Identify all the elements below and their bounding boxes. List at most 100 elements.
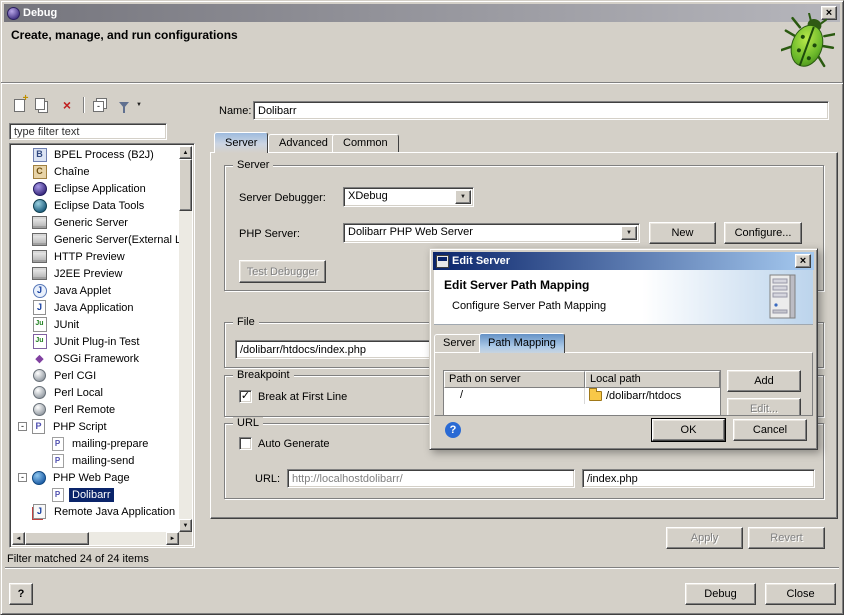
tree-item-perl-remote[interactable]: Perl Remote — [12, 401, 179, 418]
test-debugger-button[interactable]: Test Debugger — [239, 260, 326, 283]
local-path-text: /dolibarr/htdocs — [606, 389, 681, 404]
auto-generate-checkbox[interactable] — [239, 437, 252, 450]
tree-item-generic-server-external-la[interactable]: Generic Server(External La — [12, 231, 179, 248]
url-path-input[interactable] — [582, 469, 815, 488]
expander-icon[interactable]: - — [18, 473, 27, 482]
tree-item-remote-java-application[interactable]: Remote Java Application — [12, 503, 179, 520]
server-debugger-select[interactable]: XDebug ▼ — [343, 187, 474, 207]
tree-item-label: Java Applet — [51, 284, 114, 298]
filter-icon[interactable] — [114, 95, 134, 115]
tree-item-php-script[interactable]: - PHP Script — [12, 418, 179, 435]
footer-separator — [5, 567, 839, 569]
debug-button[interactable]: Debug — [685, 583, 756, 605]
toolbar-menu-chevron-icon[interactable]: ▼ — [136, 102, 142, 108]
new-configuration-icon[interactable] — [9, 95, 29, 115]
window-titlebar[interactable]: Debug × — [4, 4, 840, 22]
perl-icon — [32, 402, 47, 417]
tree-vertical-scrollbar[interactable]: ▲ ▼ — [179, 146, 192, 532]
php-web-icon — [31, 470, 46, 485]
tree-item-perl-local[interactable]: Perl Local — [12, 384, 179, 401]
tree-item-dolibarr[interactable]: Dolibarr — [12, 486, 179, 503]
collapse-all-icon[interactable]: - — [90, 95, 110, 115]
help-button[interactable]: ? — [9, 583, 33, 605]
tree-item-junit[interactable]: JUnit — [12, 316, 179, 333]
dialog-tab-path-mapping[interactable]: Path Mapping — [479, 333, 565, 353]
tree-list: BPEL Process (B2J)ChaîneEclipse Applicat… — [12, 146, 179, 532]
php-server-select[interactable]: Dolibarr PHP Web Server ▼ — [343, 223, 640, 243]
close-button[interactable]: Close — [765, 583, 836, 605]
tree-item-junit-plug-in-test[interactable]: JUnit Plug-in Test — [12, 333, 179, 350]
configure-server-button[interactable]: Configure... — [724, 222, 802, 244]
tree-item-php-web-page[interactable]: - PHP Web Page — [12, 469, 179, 486]
dialog-tab-server[interactable]: Server — [434, 334, 484, 352]
url-base-input[interactable] — [287, 469, 575, 488]
header-separator — [1, 82, 843, 84]
dialog-help-icon[interactable]: ? — [445, 422, 461, 438]
tree-item-label: Dolibarr — [69, 488, 114, 502]
new-server-button[interactable]: New — [649, 222, 716, 244]
tree-item-j2ee-preview[interactable]: J2EE Preview — [12, 265, 179, 282]
tree-item-eclipse-application[interactable]: Eclipse Application — [12, 180, 179, 197]
expander-icon[interactable]: - — [18, 422, 27, 431]
scroll-left-icon[interactable]: ◄ — [12, 532, 25, 545]
server-icon — [32, 249, 47, 264]
add-mapping-button[interactable]: Add — [727, 370, 801, 392]
chevron-down-icon[interactable]: ▼ — [455, 190, 471, 204]
tab-server[interactable]: Server — [214, 132, 268, 153]
server-group-title: Server — [233, 159, 273, 171]
scroll-right-icon[interactable]: ► — [166, 532, 179, 545]
tree-item-http-preview[interactable]: HTTP Preview — [12, 248, 179, 265]
tree-item-bpel-process-b2j[interactable]: BPEL Process (B2J) — [12, 146, 179, 163]
dialog-close-icon[interactable]: × — [795, 254, 811, 268]
eclipse-app-icon — [7, 7, 20, 20]
break-first-line-checkbox[interactable]: ✓ — [239, 390, 252, 403]
apply-button[interactable]: Apply — [666, 527, 743, 549]
tree-item-eclipse-data-tools[interactable]: Eclipse Data Tools — [12, 197, 179, 214]
toolbar-separator — [83, 97, 84, 113]
table-row[interactable]: / /dolibarr/htdocs — [444, 388, 720, 404]
php-script-icon — [31, 419, 46, 434]
chevron-down-icon[interactable]: ▼ — [621, 226, 637, 240]
server-path-cell: / — [444, 388, 585, 404]
local-path-cell: /dolibarr/htdocs — [585, 388, 720, 404]
column-header-path-on-server[interactable]: Path on server — [444, 371, 585, 388]
scroll-up-icon[interactable]: ▲ — [179, 146, 192, 159]
tree-item-label: JUnit Plug-in Test — [51, 335, 142, 349]
dialog-header-title: Edit Server Path Mapping — [444, 278, 589, 292]
tree-item-cha-ne[interactable]: Chaîne — [12, 163, 179, 180]
tree-item-label: PHP Script — [50, 420, 110, 434]
tree-item-label: PHP Web Page — [50, 471, 133, 485]
tab-common[interactable]: Common — [332, 134, 399, 153]
tree-item-mailing-prepare[interactable]: mailing-prepare — [12, 435, 179, 452]
dialog-title: Edit Server — [452, 255, 795, 267]
break-first-line-label: Break at First Line — [258, 391, 347, 403]
tree-item-generic-server[interactable]: Generic Server — [12, 214, 179, 231]
ok-button[interactable]: OK — [652, 419, 725, 441]
tab-advanced[interactable]: Advanced — [268, 134, 339, 153]
horizontal-scroll-thumb[interactable] — [25, 532, 89, 545]
tree-item-perl-cgi[interactable]: Perl CGI — [12, 367, 179, 384]
tree-item-mailing-send[interactable]: mailing-send — [12, 452, 179, 469]
delete-configuration-icon[interactable]: × — [57, 95, 77, 115]
cancel-button[interactable]: Cancel — [733, 419, 807, 441]
vertical-scroll-thumb[interactable] — [179, 159, 192, 211]
server-icon — [765, 273, 799, 321]
tree-horizontal-scrollbar[interactable]: ◄ ► — [12, 532, 179, 545]
duplicate-configuration-icon[interactable] — [33, 95, 53, 115]
check-icon: ✓ — [241, 391, 250, 401]
filter-input[interactable] — [9, 123, 167, 140]
bug-image — [781, 13, 835, 71]
chain-icon — [32, 164, 47, 179]
tree-item-label: Perl CGI — [51, 369, 99, 383]
tree-item-java-applet[interactable]: Java Applet — [12, 282, 179, 299]
tree-item-java-application[interactable]: Java Application — [12, 299, 179, 316]
osgi-icon — [32, 351, 47, 366]
server-icon — [32, 232, 47, 247]
column-header-local-path[interactable]: Local path — [585, 371, 720, 388]
edit-mapping-button[interactable]: Edit... — [727, 398, 801, 416]
dialog-titlebar[interactable]: Edit Server × — [433, 252, 814, 270]
revert-button[interactable]: Revert — [748, 527, 825, 549]
tree-item-osgi-framework[interactable]: OSGi Framework — [12, 350, 179, 367]
scroll-down-icon[interactable]: ▼ — [179, 519, 192, 532]
name-input[interactable] — [253, 101, 829, 120]
